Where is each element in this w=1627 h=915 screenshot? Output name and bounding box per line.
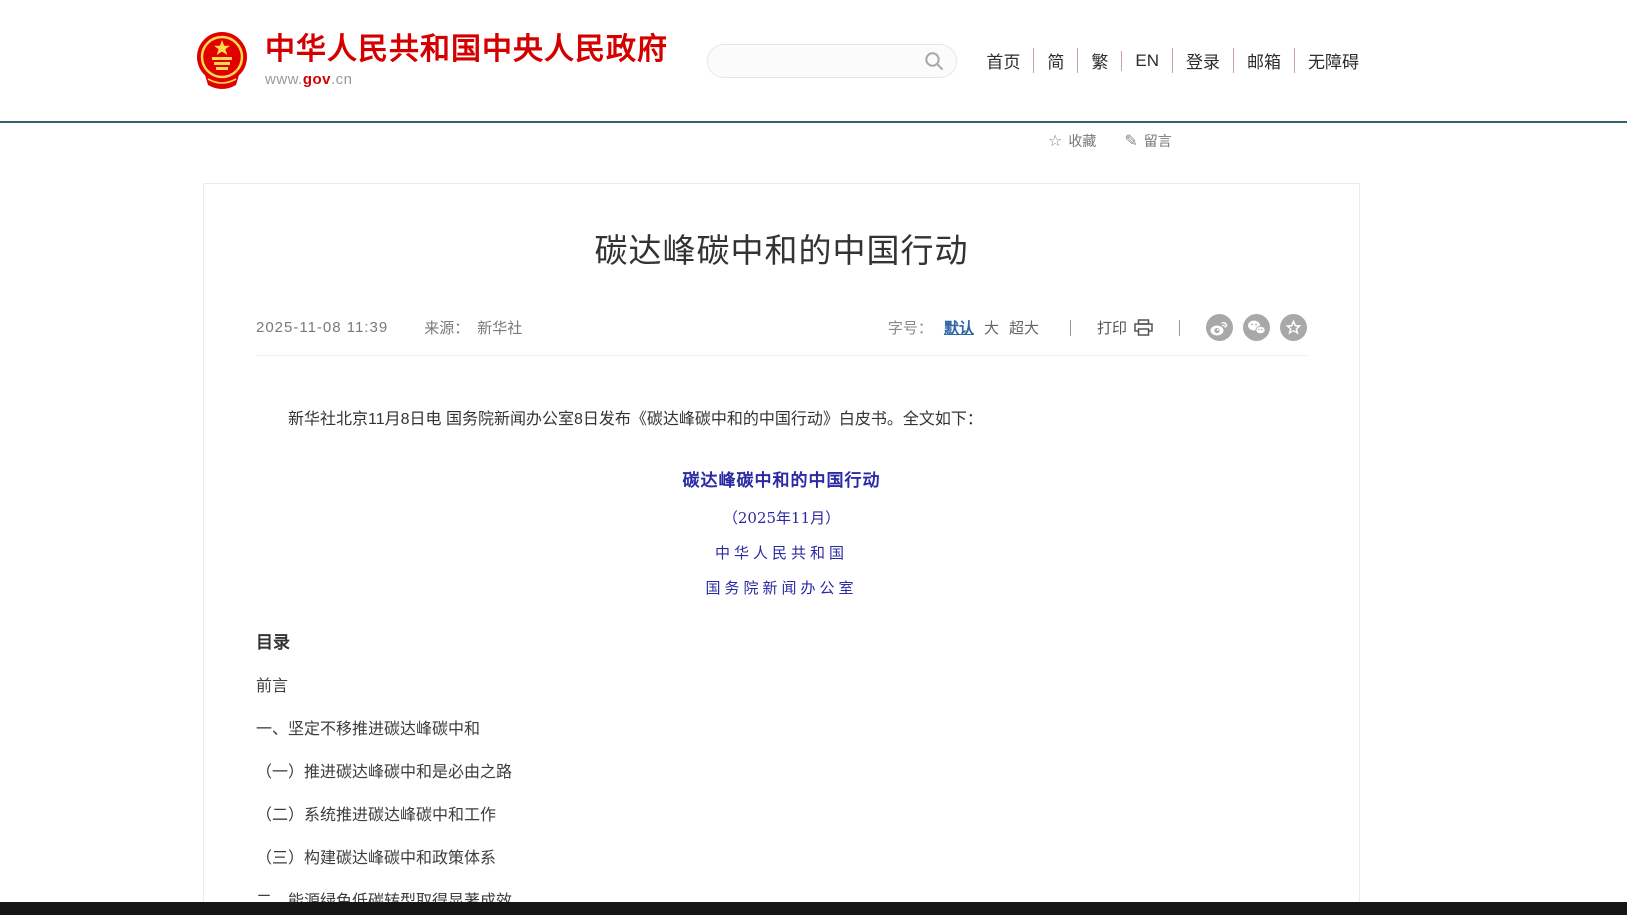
brand-block: 中华人民共和国中央人民政府 www.gov.cn — [265, 33, 668, 89]
national-emblem-icon — [195, 31, 249, 91]
page-title: 碳达峰碳中和的中国行动 — [256, 224, 1307, 272]
screenshot-bottom-edge — [0, 902, 1627, 915]
star-outline-icon: ☆ — [1048, 131, 1062, 151]
font-size-label: 字号： — [888, 317, 933, 338]
search-input[interactable] — [724, 53, 924, 69]
nav-item-english[interactable]: EN — [1121, 51, 1172, 71]
print-label: 打印 — [1097, 317, 1127, 338]
comment-label: 留言 — [1144, 131, 1172, 151]
lead-paragraph: 新华社北京11月8日电 国务院新闻办公室8日发布《碳达峰碳中和的中国行动》白皮书… — [256, 408, 1307, 432]
font-size-default[interactable]: 默认 — [944, 317, 974, 338]
printer-icon — [1134, 319, 1153, 336]
search-icon[interactable] — [924, 51, 944, 71]
toc-item-preface: 前言 — [256, 679, 1307, 695]
comment-link[interactable]: ✎ 留言 — [1124, 131, 1171, 151]
toolbar-separator — [1179, 320, 1180, 336]
toc-item-section1: 一、坚定不移推进碳达峰碳中和 — [256, 722, 1307, 738]
toc-list: 前言 一、坚定不移推进碳达峰碳中和 （一）推进碳达峰碳中和是必由之路 （二）系统… — [256, 679, 1307, 915]
site-header: 中华人民共和国中央人民政府 www.gov.cn 首页 简 繁 EN 登录 邮箱… — [0, 0, 1627, 121]
toc-item-section1-3: （三）构建碳达峰碳中和政策体系 — [256, 851, 1307, 867]
document-heading: 碳达峰碳中和的中国行动 （2025年11月） 中华人民共和国 国务院新闻办公室 — [256, 466, 1307, 598]
article-meta-row: 2025-11-08 11:39 来源： 新华社 字号： 默认 大 超大 打印 — [256, 314, 1307, 356]
share-group — [1206, 314, 1307, 341]
toc-heading: 目录 — [256, 628, 1307, 653]
favorite-star-share-icon[interactable] — [1280, 314, 1307, 341]
publish-date: 2025-11-08 11:39 — [256, 319, 388, 336]
article-meta: 2025-11-08 11:39 来源： 新华社 — [256, 317, 522, 338]
url-gov: gov — [303, 71, 331, 88]
print-button[interactable]: 打印 — [1097, 317, 1153, 338]
nav-item-traditional[interactable]: 繁 — [1077, 48, 1121, 73]
url-cn: .cn — [331, 71, 353, 88]
nav-item-mail[interactable]: 邮箱 — [1233, 48, 1294, 73]
site-url: www.gov.cn — [265, 71, 668, 88]
toc-item-section1-2: （二）系统推进碳达峰碳中和工作 — [256, 808, 1307, 824]
nav-item-home[interactable]: 首页 — [973, 48, 1033, 73]
nav-item-login[interactable]: 登录 — [1172, 48, 1233, 73]
favorite-link[interactable]: ☆ 收藏 — [1048, 131, 1096, 151]
article-container: 碳达峰碳中和的中国行动 2025-11-08 11:39 来源： 新华社 字号：… — [203, 183, 1360, 915]
top-nav: 首页 简 繁 EN 登录 邮箱 无障碍 — [973, 48, 1372, 73]
subheader: ☆ 收藏 ✎ 留言 — [0, 123, 1627, 181]
nav-item-simplified[interactable]: 简 — [1033, 48, 1077, 73]
weibo-share-icon[interactable] — [1206, 314, 1233, 341]
source-label: 来源： — [424, 317, 469, 338]
source-value: 新华社 — [477, 317, 522, 338]
document-issuer-line2: 国务院新闻办公室 — [256, 577, 1307, 598]
article-toolbar: 字号： 默认 大 超大 打印 — [888, 314, 1307, 341]
nav-item-accessibility[interactable]: 无障碍 — [1294, 48, 1372, 73]
favorite-label: 收藏 — [1068, 131, 1096, 151]
font-size-xlarge[interactable]: 超大 — [1009, 317, 1039, 338]
url-www: www. — [265, 71, 303, 88]
search-box — [707, 44, 957, 78]
document-title: 碳达峰碳中和的中国行动 — [256, 466, 1307, 491]
national-emblem-logo[interactable] — [195, 31, 249, 91]
pencil-icon: ✎ — [1124, 131, 1137, 151]
quick-links: ☆ 收藏 ✎ 留言 — [1048, 131, 1172, 151]
wechat-share-icon[interactable] — [1243, 314, 1270, 341]
document-date: （2025年11月） — [256, 507, 1307, 528]
font-size-large[interactable]: 大 — [984, 317, 999, 338]
toolbar-separator — [1070, 320, 1071, 336]
document-issuer-line1: 中华人民共和国 — [256, 542, 1307, 563]
site-title: 中华人民共和国中央人民政府 — [265, 33, 668, 68]
toc-item-section1-1: （一）推进碳达峰碳中和是必由之路 — [256, 765, 1307, 781]
